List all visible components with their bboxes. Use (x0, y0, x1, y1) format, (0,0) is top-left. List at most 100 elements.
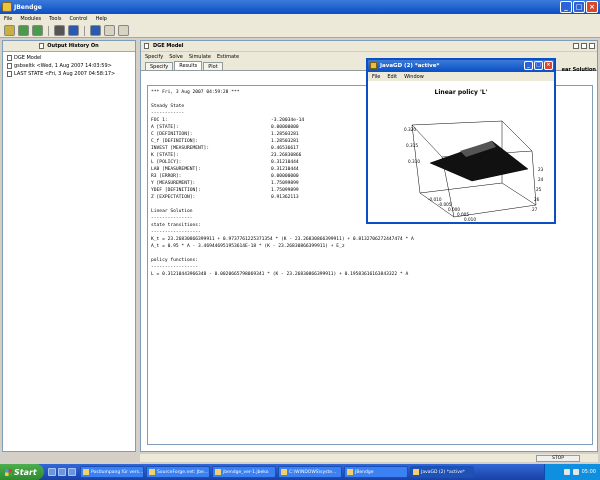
steady-state-value: 1.75099899 (271, 188, 299, 193)
steady-state-name: Z [EXPECTATION]: (151, 195, 196, 200)
output-history-panel: Output History On DGE Model gsbseltk <We… (2, 40, 136, 452)
save-icon[interactable] (32, 25, 43, 36)
taskbar-task[interactable]: SourceForge.net: Jbe... (146, 466, 210, 478)
javagd-menu-file[interactable]: File (372, 74, 380, 80)
app-titlebar: JBendge _ □ × (0, 0, 600, 14)
taskbar-task[interactable]: Postlumpang für vers... (80, 466, 144, 478)
history-item[interactable]: DGE Model (7, 54, 131, 62)
task-icon (149, 469, 155, 475)
steady-state-name: Y [MEASUREMENT]: (151, 181, 196, 186)
dge-menu-solve[interactable]: Solve (169, 54, 183, 60)
menu-tools[interactable]: Tools (49, 16, 61, 22)
history-item[interactable]: gsbseltk <Wed, 1 Aug 2007 14:03:59> (7, 62, 131, 70)
task-label: JavaGD (2) *active* (421, 469, 465, 475)
pointer-help-icon[interactable] (118, 25, 129, 36)
javagd-close-button[interactable]: × (544, 61, 553, 70)
network-icon[interactable] (563, 469, 570, 475)
y-tick-label: 26 (534, 197, 540, 202)
javagd-menu-window[interactable]: Window (404, 74, 424, 80)
steady-state-name: INVEST [MEASUREMENT]: (151, 146, 210, 151)
menu-modules[interactable]: Modules (20, 16, 41, 22)
steady-state-value: 0.31210444 (271, 167, 299, 172)
transition-line: A_t = 0.95 * A - 3.469446951953614E-18 *… (151, 244, 345, 249)
task-icon (281, 469, 287, 475)
inner-maximize-button[interactable] (581, 43, 587, 49)
dge-window-icon (144, 43, 149, 49)
minimize-button[interactable]: _ (560, 1, 572, 13)
document-icon (7, 71, 12, 77)
z-tick-label: 0.310 (408, 159, 420, 164)
policy-functions-rule: ----------------- (151, 265, 199, 270)
close-button[interactable]: × (586, 1, 598, 13)
task-label: JBendge (355, 469, 374, 475)
taskbar-task[interactable]: C:\WINDOWS\syste... (278, 466, 342, 478)
javagd-menu-edit[interactable]: Edit (387, 74, 397, 80)
output-history-header: Output History On (3, 41, 135, 52)
history-icon (39, 43, 45, 49)
history-item[interactable]: LAST STATE <Fri, 3 Aug 2007 04:58:17> (7, 70, 131, 78)
steady-state-value: 0.46536617 (271, 146, 299, 151)
maximize-button[interactable]: □ (573, 1, 585, 13)
javagd-minimize-button[interactable]: _ (524, 61, 533, 70)
y-tick-label: 24 (538, 177, 544, 182)
javagd-maximize-button[interactable]: □ (534, 61, 543, 70)
task-icon (215, 469, 221, 475)
mail-icon[interactable] (68, 468, 76, 476)
steady-state-value: 1.75099899 (271, 181, 299, 186)
tab-results[interactable]: Results (174, 61, 203, 70)
help-icon[interactable] (104, 25, 115, 36)
start-button[interactable]: Start (0, 464, 44, 480)
history-item-label: LAST STATE <Fri, 3 Aug 2007 04:58:17> (14, 71, 116, 77)
task-label: C:\WINDOWS\syste... (289, 469, 337, 475)
dge-menu-estimate[interactable]: Estimate (217, 54, 239, 60)
open-folder-icon[interactable] (4, 25, 15, 36)
steady-state-name: A [STATE]: (151, 125, 179, 130)
taskbar-task[interactable]: jbendge_ver-1.jbeko (212, 466, 276, 478)
browser-icon[interactable] (58, 468, 66, 476)
inner-iconify-button[interactable] (573, 43, 579, 49)
steady-state-value: -3.20034e-14 (271, 118, 305, 123)
task-icon (83, 469, 89, 475)
policy-functions-title: policy functions: (151, 258, 199, 263)
menu-help[interactable]: Help (96, 16, 107, 22)
steady-state-name: K [STATE]: (151, 153, 179, 158)
policy-line: L = 0.31210443966348 - 0.002066579806934… (151, 272, 409, 277)
run-icon[interactable] (18, 25, 29, 36)
javagd-title: JavaGD (2) *active* (380, 63, 440, 69)
menu-control[interactable]: Control (70, 16, 88, 22)
menu-file[interactable]: File (4, 16, 12, 22)
taskbar-task[interactable]: JavaGD (2) *active* (410, 466, 474, 478)
settings-icon[interactable] (90, 25, 101, 36)
calculator-icon[interactable] (54, 25, 65, 36)
document-icon (7, 55, 12, 61)
history-item-label: gsbseltk <Wed, 1 Aug 2007 14:03:59> (14, 63, 112, 69)
z-tick-label: 0.320 (404, 127, 416, 132)
quick-launch (44, 468, 80, 476)
tab-specify[interactable]: Specify (145, 62, 174, 70)
taskbar-task[interactable]: JBendge (344, 466, 408, 478)
windows-logo-icon (5, 468, 12, 476)
tab-plot[interactable]: Plot (203, 62, 223, 70)
steady-state-name: YDEF [DEFINITION]: (151, 188, 201, 193)
y-tick-label: 27 (532, 207, 538, 212)
stop-button[interactable]: STOP (536, 455, 580, 462)
console-icon[interactable] (68, 25, 79, 36)
steady-state-value: 0.31210444 (271, 160, 299, 165)
dge-menu-specify[interactable]: Specify (145, 54, 163, 60)
javagd-window: JavaGD (2) *active* _ □ × File Edit Wind… (366, 58, 556, 224)
inner-close-button[interactable] (589, 43, 595, 49)
steady-state-value: 23.26830866 (271, 153, 302, 158)
menubar: File Modules Tools Control Help (0, 14, 600, 24)
plot-title: Linear policy 'L' (434, 89, 488, 96)
dge-titlebar: DGE Model (141, 41, 597, 52)
task-label: SourceForge.net: Jbe... (157, 469, 209, 475)
dge-menu-simulate[interactable]: Simulate (189, 54, 211, 60)
task-label: Postlumpang für vers... (91, 469, 144, 475)
history-item-label: DGE Model (14, 55, 42, 61)
volume-icon[interactable] (572, 469, 579, 475)
dge-title: DGE Model (153, 43, 184, 49)
steady-state-name: LAB [MEASUREMENT]: (151, 167, 201, 172)
steady-state-value: 0.00000000 (271, 125, 299, 130)
y-tick-label: 25 (536, 187, 542, 192)
desktop-icon[interactable] (48, 468, 56, 476)
